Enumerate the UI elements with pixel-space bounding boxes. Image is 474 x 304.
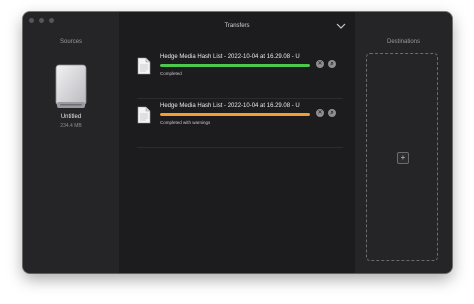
zoom-window-button[interactable] <box>49 18 54 23</box>
transfer-name: Hedge Media Hash List - 2022-10-04 at 16… <box>160 54 300 60</box>
chevron-down-icon[interactable] <box>336 22 346 30</box>
app-window: Sources Untitled 234.4 MB Transfers Hedg… <box>23 12 452 273</box>
destination-drop-zone[interactable]: + <box>366 53 438 261</box>
transfers-panel: Transfers Hedge Media Hash List - 2022-1… <box>119 12 355 273</box>
document-icon <box>137 57 151 75</box>
progress-fill <box>160 113 310 116</box>
cancel-transfer-button[interactable]: ✕ <box>316 60 324 68</box>
document-icon <box>137 106 151 124</box>
window-controls <box>29 18 54 23</box>
reveal-in-finder-button[interactable]: ⌕ <box>328 109 336 117</box>
destinations-title: Destinations <box>386 39 421 45</box>
progress-bar <box>160 113 310 116</box>
transfer-name: Hedge Media Hash List - 2022-10-04 at 16… <box>160 103 300 109</box>
external-drive-icon[interactable] <box>54 64 88 110</box>
transfer-item[interactable]: Hedge Media Hash List - 2022-10-04 at 16… <box>137 52 343 99</box>
close-window-button[interactable] <box>29 18 34 23</box>
transfers-title: Transfers <box>224 23 250 29</box>
minimize-window-button[interactable] <box>39 18 44 23</box>
destinations-sidebar: Destinations + <box>355 12 452 273</box>
transfer-item[interactable]: Hedge Media Hash List - 2022-10-04 at 16… <box>137 101 343 148</box>
drive-name: Untitled <box>60 114 82 120</box>
transfer-status: Completed <box>160 71 182 76</box>
cancel-transfer-button[interactable]: ✕ <box>316 109 324 117</box>
sources-sidebar: Sources Untitled 234.4 MB <box>23 12 119 273</box>
add-destination-button[interactable]: + <box>397 152 409 164</box>
progress-fill <box>160 64 310 67</box>
transfer-status: Completed with warnings <box>160 120 211 125</box>
reveal-in-finder-button[interactable]: ⌕ <box>328 60 336 68</box>
sources-title: Sources <box>59 39 82 45</box>
drive-size: 234.4 MB <box>60 123 82 129</box>
progress-bar <box>160 64 310 67</box>
